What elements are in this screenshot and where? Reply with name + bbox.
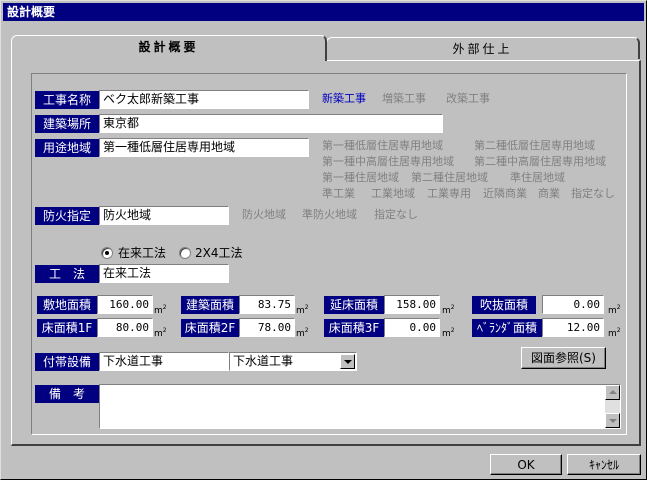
- type-renovation-option[interactable]: 改築工事: [446, 92, 490, 106]
- zoning-label: 用途地域: [35, 139, 99, 157]
- area-unit: m2: [608, 304, 621, 316]
- area-unit: m2: [442, 304, 455, 316]
- method-label: 工 法: [35, 265, 99, 283]
- floor-area-2f-label: 床面積2F: [181, 319, 239, 337]
- zoning-option[interactable]: 第一種低層住居専用地域: [322, 139, 443, 153]
- zoning-option[interactable]: 工業専用: [427, 187, 471, 201]
- project-name-label: 工事名称: [35, 91, 99, 109]
- building-area-input[interactable]: 83.75: [239, 295, 295, 314]
- fire-label: 防火指定: [35, 207, 99, 225]
- zoning-option[interactable]: 第一種住居地域: [322, 171, 399, 185]
- site-area-input[interactable]: 160.00: [97, 295, 153, 314]
- equipment-select-value: 下水道工事: [233, 354, 294, 368]
- zoning-option[interactable]: 準住居地域: [510, 171, 565, 185]
- 2x4-method-radio[interactable]: [179, 247, 191, 259]
- dialog-window: 設計概要 設計概要 外部仕上 工事名称 ベク太郎新築工事 新築工事 増築工事 改…: [0, 0, 647, 480]
- area-unit: m2: [154, 304, 167, 316]
- floor-area-3f-input[interactable]: 0.00: [384, 318, 440, 337]
- remarks-text: [100, 385, 620, 389]
- scroll-up-icon[interactable]: [605, 385, 620, 400]
- equipment-select[interactable]: 下水道工事: [229, 352, 357, 371]
- floor-area-3f-label: 床面積3F: [324, 319, 384, 337]
- total-floor-area-label: 延床面積: [324, 296, 384, 314]
- area-unit: m2: [442, 327, 455, 339]
- atrium-area-label: 吹抜面積: [472, 296, 536, 314]
- zoning-option[interactable]: 近隣商業: [483, 187, 527, 201]
- site-area-label: 敷地面積: [37, 296, 97, 314]
- type-new-option[interactable]: 新築工事: [322, 92, 366, 106]
- zoning-option[interactable]: 第二種中高層住居専用地域: [474, 155, 606, 169]
- type-extension-option[interactable]: 増築工事: [382, 92, 426, 106]
- building-area-label: 建築面積: [181, 296, 239, 314]
- 2x4-method-label[interactable]: 2X4工法: [195, 246, 243, 260]
- site-input[interactable]: 東京都: [99, 114, 443, 133]
- tab-panel: 工事名称 ベク太郎新築工事 新築工事 増築工事 改築工事 建築場所 東京都 用途…: [11, 60, 641, 446]
- veranda-area-input[interactable]: 12.00: [542, 318, 604, 337]
- floor-area-1f-input[interactable]: 80.00: [97, 318, 153, 337]
- remarks-scrollbar[interactable]: [605, 385, 620, 428]
- remarks-label: 備 考: [35, 385, 99, 403]
- equipment-input[interactable]: 下水道工事: [99, 352, 229, 371]
- area-unit: m2: [296, 327, 309, 339]
- atrium-area-input[interactable]: 0.00: [542, 295, 604, 314]
- fire-option[interactable]: 準防火地域: [302, 208, 357, 222]
- fire-option[interactable]: 指定なし: [374, 208, 418, 222]
- conventional-method-label[interactable]: 在来工法: [118, 246, 166, 260]
- title-bar: 設計概要: [3, 3, 644, 21]
- veranda-area-label: ﾍﾞﾗﾝﾀﾞ面積: [472, 319, 542, 337]
- area-unit: m2: [608, 327, 621, 339]
- remarks-textarea[interactable]: [99, 384, 621, 429]
- zoning-option[interactable]: 準工業: [322, 187, 355, 201]
- floor-area-1f-label: 床面積1F: [37, 319, 97, 337]
- method-input[interactable]: 在来工法: [99, 264, 229, 283]
- chevron-down-icon[interactable]: [340, 354, 355, 369]
- fire-input[interactable]: 防火地域: [99, 206, 229, 225]
- zoning-option[interactable]: 第二種低層住居専用地域: [474, 139, 595, 153]
- form-area: 工事名称 ベク太郎新築工事 新築工事 増築工事 改築工事 建築場所 東京都 用途…: [31, 73, 627, 435]
- conventional-method-radio[interactable]: [101, 247, 113, 259]
- zoning-option[interactable]: 工業地域: [371, 187, 415, 201]
- zoning-option[interactable]: 第一種中高層住居専用地域: [322, 155, 454, 169]
- scroll-down-icon[interactable]: [605, 413, 620, 428]
- equipment-label: 付帯設備: [35, 353, 99, 371]
- zoning-option[interactable]: 第二種住居地域: [411, 171, 488, 185]
- zoning-option[interactable]: 指定なし: [571, 187, 615, 201]
- zoning-input[interactable]: 第一種低層住居専用地域: [99, 138, 309, 157]
- drawing-reference-button[interactable]: 図面参照(S): [521, 347, 606, 369]
- area-unit: m2: [296, 304, 309, 316]
- floor-area-2f-input[interactable]: 78.00: [239, 318, 295, 337]
- total-floor-area-input[interactable]: 158.00: [384, 295, 440, 314]
- tab-exterior-finish[interactable]: 外部仕上: [326, 37, 640, 59]
- cancel-button[interactable]: ｷｬﾝｾﾙ: [567, 454, 641, 475]
- site-label: 建築場所: [35, 115, 99, 133]
- project-name-input[interactable]: ベク太郎新築工事: [99, 90, 309, 109]
- area-unit: m2: [154, 327, 167, 339]
- tab-design-overview[interactable]: 設計概要: [11, 35, 327, 61]
- fire-option[interactable]: 防火地域: [242, 208, 286, 222]
- ok-button[interactable]: OK: [490, 454, 562, 475]
- zoning-option[interactable]: 商業: [538, 187, 560, 201]
